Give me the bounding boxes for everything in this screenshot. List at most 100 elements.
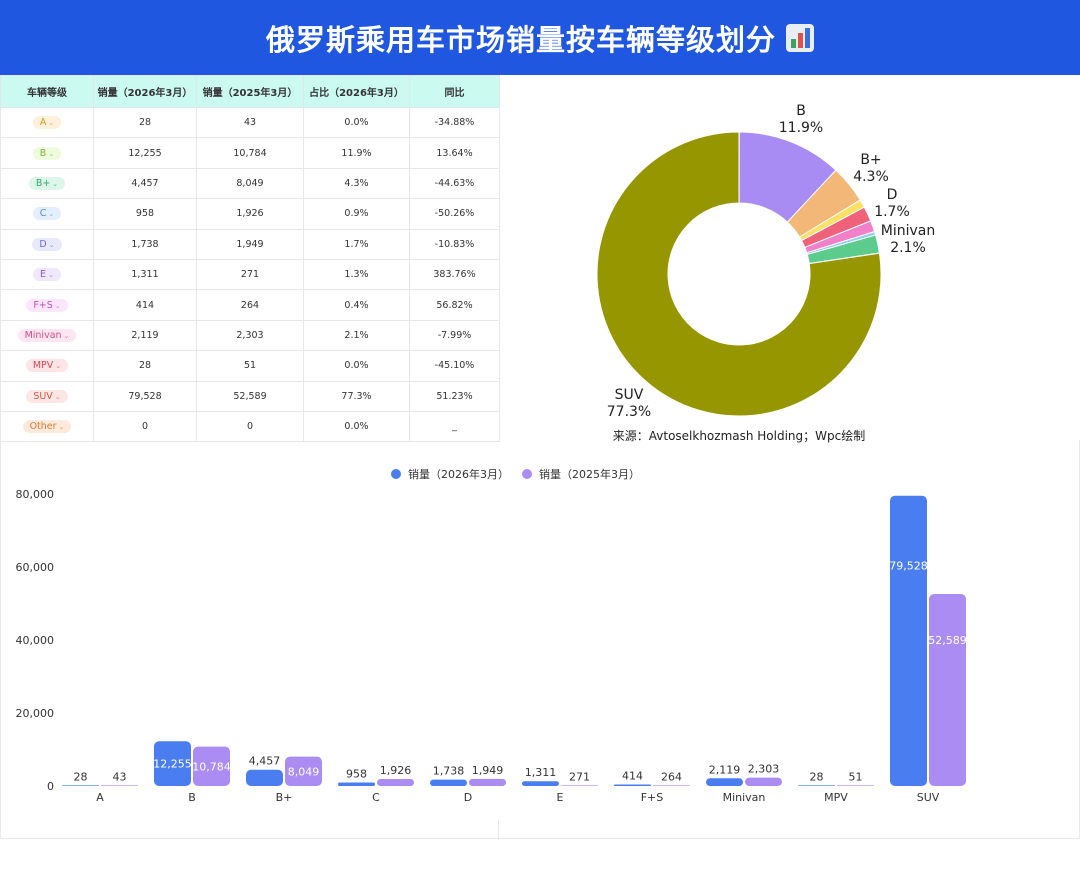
x-tick-label: SUV bbox=[917, 791, 940, 804]
chevron-down-icon[interactable]: ⌄ bbox=[49, 241, 55, 249]
class-tag-wrapper: Other ⌄ bbox=[22, 420, 72, 434]
sales-2026-cell: 958 bbox=[93, 198, 197, 230]
chevron-down-icon[interactable]: ⌄ bbox=[48, 210, 54, 218]
bar-value-label: 8,049 bbox=[288, 765, 320, 778]
chevron-down-icon[interactable]: ⌄ bbox=[55, 362, 61, 370]
legend-label[interactable]: 销量（2025年3月） bbox=[539, 467, 640, 481]
bar-2025[interactable] bbox=[745, 777, 782, 786]
bar-value-label: 1,311 bbox=[525, 766, 557, 779]
share-cell: 0.0% bbox=[303, 410, 410, 443]
class-tag-label[interactable]: F+S bbox=[33, 300, 52, 311]
class-tag-label[interactable]: D bbox=[39, 239, 46, 250]
bar-value-label: 414 bbox=[622, 769, 643, 782]
x-tick-label: D bbox=[464, 791, 472, 804]
chevron-down-icon[interactable]: ⌄ bbox=[48, 119, 54, 127]
chevron-down-icon[interactable]: ⌄ bbox=[55, 393, 61, 401]
y-tick-label: 0 bbox=[47, 780, 54, 793]
bar-2026[interactable] bbox=[430, 779, 467, 786]
bar-value-label: 52,589 bbox=[928, 634, 967, 647]
sales-2026-cell: 0 bbox=[93, 410, 197, 443]
class-tag-label[interactable]: MPV bbox=[33, 360, 53, 371]
class-tag-label[interactable]: B+ bbox=[36, 178, 50, 189]
class-cell: Minivan ⌄ bbox=[0, 319, 94, 352]
table-row: F+S ⌄ 414 264 0.4% 56.82% bbox=[0, 289, 500, 321]
x-tick-label: C bbox=[372, 791, 380, 804]
legend-marker[interactable] bbox=[522, 469, 532, 479]
sales-2026-cell: 28 bbox=[93, 106, 197, 139]
class-tag-label[interactable]: B bbox=[40, 148, 47, 159]
sales-2026-cell: 1,738 bbox=[93, 228, 197, 260]
class-tag-label[interactable]: SUV bbox=[33, 391, 52, 402]
chevron-down-icon[interactable]: ⌄ bbox=[52, 180, 58, 188]
share-cell: 0.4% bbox=[303, 289, 410, 321]
sales-2025-cell: 271 bbox=[196, 258, 304, 291]
bar-2026[interactable] bbox=[338, 782, 375, 786]
bar-2026[interactable] bbox=[614, 784, 651, 786]
sales-table-container: 车辆等级 销量（2026年3月） 销量（2025年3月） 占比（2026年3月）… bbox=[0, 75, 500, 443]
page-title: 俄罗斯乘用车市场销量按车辆等级划分 bbox=[265, 22, 776, 57]
sales-2026-cell: 2,119 bbox=[93, 319, 197, 352]
bar-2026[interactable] bbox=[522, 781, 559, 786]
share-cell: 11.9% bbox=[303, 137, 410, 169]
class-cell: B ⌄ bbox=[0, 137, 94, 169]
column-header-share[interactable]: 占比（2026年3月） bbox=[303, 75, 410, 108]
yoy-cell: -50.26% bbox=[409, 198, 500, 230]
chevron-down-icon[interactable]: ⌄ bbox=[48, 271, 54, 279]
yoy-cell: -7.99% bbox=[409, 319, 500, 352]
sales-2025-cell: 2,303 bbox=[196, 319, 304, 352]
bar-2025[interactable] bbox=[929, 594, 966, 786]
chevron-down-icon[interactable]: ⌄ bbox=[59, 423, 65, 431]
class-tag-wrapper: E ⌄ bbox=[33, 268, 61, 282]
class-cell: MPV ⌄ bbox=[0, 350, 94, 382]
x-tick-label: A bbox=[96, 791, 104, 804]
share-cell: 1.7% bbox=[303, 228, 410, 260]
legend-label[interactable]: 销量（2026年3月） bbox=[408, 467, 509, 481]
class-cell: D ⌄ bbox=[0, 228, 94, 260]
class-tag-label[interactable]: C bbox=[40, 208, 47, 219]
class-tag-label[interactable]: A bbox=[40, 117, 47, 128]
bar-value-label: 4,457 bbox=[249, 755, 281, 768]
sales-table: 车辆等级 销量（2026年3月） 销量（2025年3月） 占比（2026年3月）… bbox=[0, 75, 500, 443]
class-cell: E ⌄ bbox=[0, 258, 94, 291]
bar-2025[interactable] bbox=[469, 778, 506, 786]
bar-2026[interactable] bbox=[62, 785, 99, 786]
x-tick-label: E bbox=[557, 791, 564, 804]
table-row: Other ⌄ 0 0 0.0% _ bbox=[0, 410, 500, 443]
yoy-cell: -34.88% bbox=[409, 106, 500, 139]
yoy-cell: 56.82% bbox=[409, 289, 500, 321]
yoy-cell: -10.83% bbox=[409, 228, 500, 260]
class-tag-label[interactable]: Minivan bbox=[25, 330, 62, 341]
yoy-cell: -45.10% bbox=[409, 350, 500, 382]
class-tag-label[interactable]: Other bbox=[30, 421, 57, 432]
chevron-down-icon[interactable]: ⌄ bbox=[64, 332, 70, 340]
bar-2025[interactable] bbox=[653, 785, 690, 786]
column-header-sales-2026[interactable]: 销量（2026年3月） bbox=[93, 75, 197, 108]
legend-marker[interactable] bbox=[391, 469, 401, 479]
donut-chart: B11.9% B+4.3% D1.7% Minivan2.1% SUV77.3% 来源：A… bbox=[596, 103, 935, 443]
bar-2025[interactable] bbox=[561, 785, 598, 786]
sales-2026-cell: 28 bbox=[93, 350, 197, 382]
header-bar: 俄罗斯乘用车市场销量按车辆等级划分 bbox=[0, 0, 1080, 75]
class-tag-wrapper: MPV ⌄ bbox=[25, 359, 69, 373]
share-cell: 2.1% bbox=[303, 319, 410, 352]
column-header-class[interactable]: 车辆等级 bbox=[0, 75, 94, 108]
sales-2025-cell: 1,926 bbox=[196, 198, 304, 230]
slice-label-name: D bbox=[887, 187, 898, 203]
bar-2026[interactable] bbox=[890, 495, 927, 786]
bar-2026[interactable] bbox=[798, 785, 835, 786]
column-header-sales-2025[interactable]: 销量（2025年3月） bbox=[196, 75, 304, 108]
bar-2025[interactable] bbox=[377, 778, 414, 786]
chevron-down-icon[interactable]: ⌄ bbox=[48, 150, 54, 158]
sales-2026-cell: 414 bbox=[93, 289, 197, 321]
bar-2025[interactable] bbox=[837, 785, 874, 786]
column-header-yoy[interactable]: 同比 bbox=[409, 75, 500, 108]
chevron-down-icon[interactable]: ⌄ bbox=[55, 302, 61, 310]
bar-2026[interactable] bbox=[246, 769, 283, 786]
class-cell: SUV ⌄ bbox=[0, 380, 94, 412]
bar-2026[interactable] bbox=[706, 778, 743, 786]
bar-value-label: 1,926 bbox=[380, 764, 412, 777]
bar-chart-icon bbox=[786, 23, 814, 52]
class-tag-label[interactable]: E bbox=[40, 269, 46, 280]
bar-2025[interactable] bbox=[101, 785, 138, 786]
class-cell: F+S ⌄ bbox=[0, 289, 94, 321]
